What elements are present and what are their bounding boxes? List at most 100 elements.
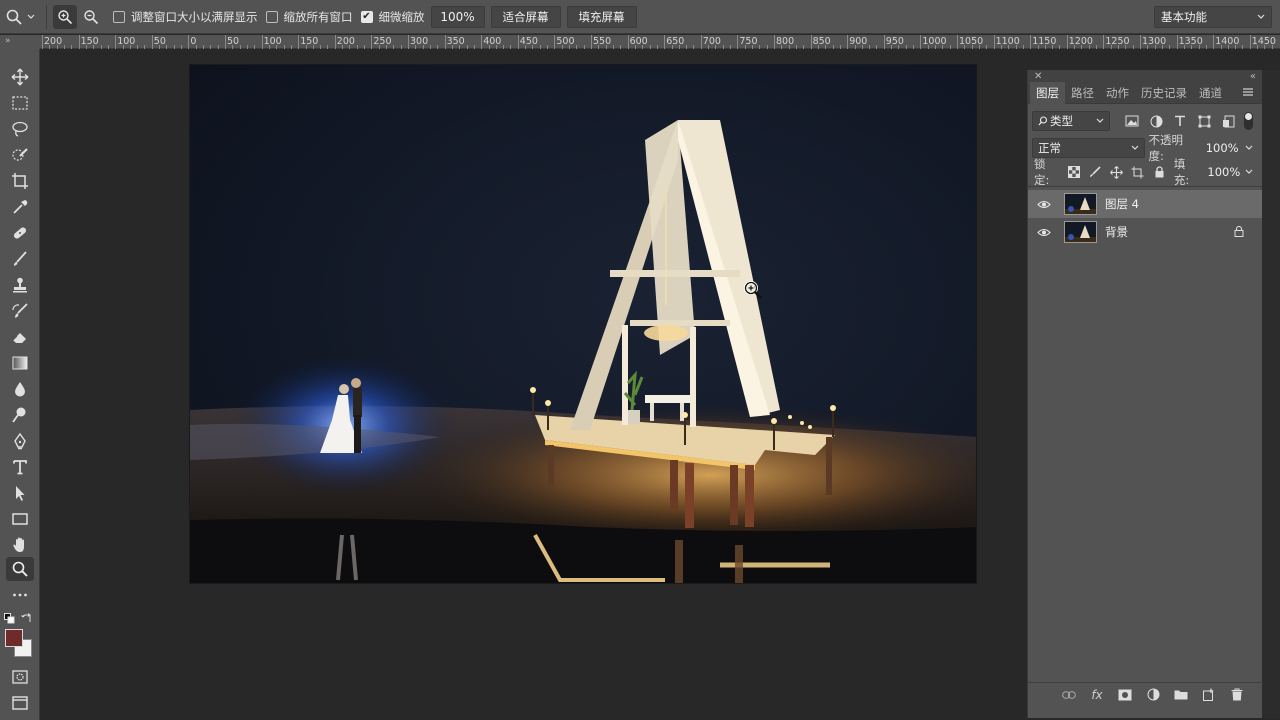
- collapse-icon[interactable]: «: [1250, 71, 1256, 82]
- ruler-minor-tick: [715, 45, 717, 49]
- document-image[interactable]: [189, 64, 977, 584]
- ruler-minor-tick: [254, 45, 256, 49]
- lock-transparent-pixels-icon[interactable]: [1068, 165, 1081, 179]
- layer-row-layer-4[interactable]: 图层 4: [1028, 190, 1262, 218]
- brush-tool[interactable]: [6, 247, 34, 271]
- history-brush-tool[interactable]: [6, 299, 34, 323]
- eyedropper-tool[interactable]: [6, 195, 34, 219]
- pen-tool[interactable]: [6, 429, 34, 453]
- checkmark-icon[interactable]: ✔: [360, 10, 373, 23]
- zoom-all-windows-checkbox[interactable]: 缩放所有窗口: [265, 9, 353, 25]
- gradient-tool[interactable]: [6, 351, 34, 375]
- ruler-minor-tick: [634, 45, 636, 49]
- hand-tool[interactable]: [6, 533, 34, 557]
- fit-screen-button[interactable]: 适合屏幕: [490, 5, 561, 28]
- filter-type-icon[interactable]: [1172, 113, 1188, 129]
- crop-tool[interactable]: [6, 169, 34, 193]
- edit-toolbar-button[interactable]: [6, 583, 34, 607]
- new-layer-icon[interactable]: [1201, 687, 1217, 703]
- eyedropper-icon: [13, 200, 28, 214]
- filter-kind-select[interactable]: 类型: [1032, 111, 1110, 131]
- filter-pixel-icon[interactable]: [1124, 113, 1140, 129]
- new-group-folder-icon[interactable]: [1173, 687, 1189, 703]
- ruler-label: 400: [483, 36, 502, 47]
- type-tool[interactable]: [6, 455, 34, 479]
- resize-windows-checkbox[interactable]: 调整窗口大小以满屏显示: [113, 9, 258, 25]
- filter-toggle[interactable]: [1244, 112, 1253, 130]
- ruler-minor-tick: [1235, 45, 1237, 49]
- new-adjustment-layer-icon[interactable]: [1145, 687, 1161, 703]
- lasso-tool[interactable]: [6, 117, 34, 141]
- ruler-minor-tick: [312, 45, 314, 49]
- layer-row-background[interactable]: 背景: [1028, 218, 1262, 246]
- eraser-tool[interactable]: [6, 325, 34, 349]
- fill-screen-button[interactable]: 填充屏幕: [566, 5, 637, 28]
- quick-selection-tool[interactable]: [6, 143, 34, 167]
- default-colors-icon[interactable]: [4, 613, 15, 624]
- close-icon[interactable]: ✕: [1034, 71, 1042, 82]
- scrubby-zoom-checkbox[interactable]: ✔ 细微缩放: [360, 9, 425, 25]
- tab-history[interactable]: 历史记录: [1135, 82, 1193, 104]
- lock-all-icon[interactable]: [1153, 165, 1166, 179]
- zoom-percent-field[interactable]: 100%: [430, 5, 485, 28]
- ruler-minor-tick: [935, 45, 937, 49]
- add-mask-icon[interactable]: [1117, 687, 1133, 703]
- marquee-tool[interactable]: [6, 91, 34, 115]
- clone-stamp-tool[interactable]: [6, 273, 34, 297]
- foreground-color-swatch[interactable]: [5, 629, 23, 647]
- checkbox-box[interactable]: [113, 10, 125, 23]
- swap-colors-icon[interactable]: [21, 613, 32, 624]
- rectangular-marquee-icon: [12, 96, 28, 110]
- rectangle-tool[interactable]: [6, 507, 34, 531]
- ruler-label: 600: [629, 36, 648, 47]
- healing-brush-tool[interactable]: [6, 221, 34, 245]
- dodge-tool[interactable]: [6, 403, 34, 427]
- workspace-switcher[interactable]: 基本功能: [1154, 6, 1272, 28]
- link-layers-icon[interactable]: [1061, 687, 1077, 703]
- ruler-minor-tick: [656, 45, 658, 49]
- bandage-icon: [13, 227, 27, 239]
- visibility-eye-icon[interactable]: [1034, 200, 1054, 209]
- blend-mode-select[interactable]: 正常: [1032, 138, 1145, 158]
- toolbar-collapse-toggle[interactable]: »: [0, 35, 40, 49]
- tab-paths[interactable]: 路径: [1065, 82, 1100, 104]
- horizontal-ruler[interactable]: 200 150 100 50 0 50 100 150 200 250 300 350 400 450 50…: [40, 35, 1280, 49]
- lock-position-icon[interactable]: [1110, 165, 1124, 179]
- move-tool[interactable]: [6, 65, 34, 89]
- zoom-in-mode-button[interactable]: [53, 4, 77, 29]
- ruler-minor-tick: [766, 45, 768, 49]
- zoom-out-mode-button[interactable]: [79, 5, 103, 29]
- tab-channels[interactable]: 通道: [1193, 82, 1228, 104]
- lock-image-pixels-icon[interactable]: [1089, 165, 1102, 179]
- more-dots-icon: [13, 593, 27, 597]
- path-selection-tool[interactable]: [6, 481, 34, 505]
- ruler-label: 800: [776, 36, 795, 47]
- screen-mode-button[interactable]: [6, 691, 34, 715]
- filter-adjustment-icon[interactable]: [1148, 113, 1164, 129]
- checkbox-box[interactable]: [265, 10, 278, 23]
- ruler-minor-tick: [166, 45, 168, 49]
- ruler-minor-tick: [620, 45, 622, 49]
- trash-icon[interactable]: [1229, 687, 1245, 703]
- zoom-tool[interactable]: [6, 557, 34, 581]
- chevron-down-icon: [1257, 14, 1265, 19]
- visibility-eye-icon[interactable]: [1034, 228, 1054, 237]
- opacity-field[interactable]: 100%: [1201, 138, 1258, 158]
- fill-label: 填充:: [1173, 157, 1190, 187]
- zoom-tool-preset-picker[interactable]: [0, 0, 40, 34]
- layer-styles-fx-icon[interactable]: fx: [1089, 687, 1105, 703]
- panel-menu-icon[interactable]: [1242, 87, 1254, 97]
- fill-field[interactable]: 100%: [1202, 162, 1258, 182]
- tab-actions[interactable]: 动作: [1100, 82, 1135, 104]
- ruler-minor-tick: [678, 45, 680, 49]
- ruler-label: 100: [117, 36, 136, 47]
- tab-layers[interactable]: 图层: [1030, 81, 1065, 104]
- filter-smart-object-icon[interactable]: [1220, 113, 1236, 129]
- blur-tool[interactable]: [6, 377, 34, 401]
- ruler-minor-tick: [803, 45, 805, 49]
- lock-artboard-icon[interactable]: [1131, 165, 1144, 179]
- ruler-minor-tick: [1052, 45, 1054, 49]
- quick-mask-button[interactable]: [6, 665, 34, 689]
- filter-shape-icon[interactable]: [1196, 113, 1212, 129]
- ruler-minor-tick: [217, 45, 219, 49]
